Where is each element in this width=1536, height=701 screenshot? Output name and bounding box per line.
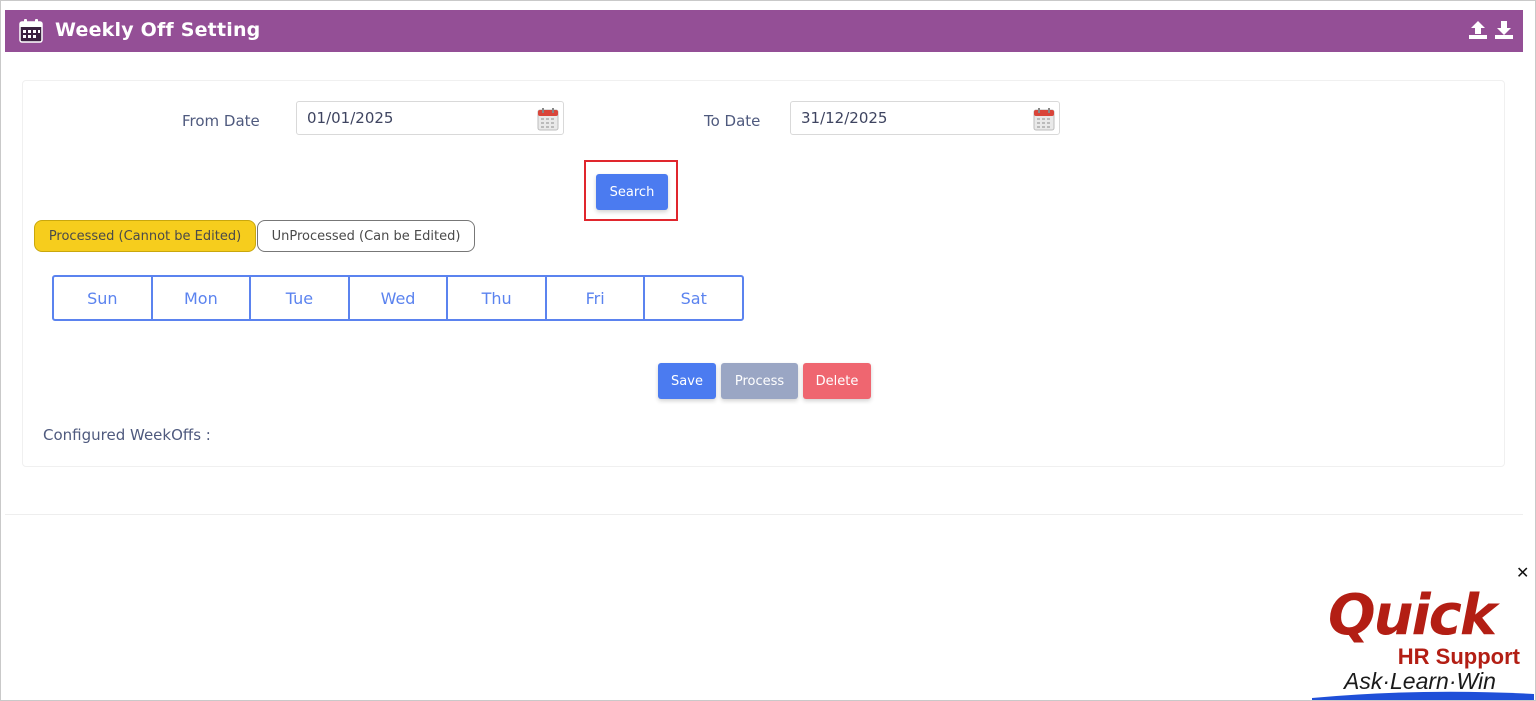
logo-word: Quick <box>1328 583 1497 648</box>
logo-swoosh-icon <box>1312 691 1534 700</box>
to-date-field[interactable] <box>790 101 1060 135</box>
quick-hr-support-logo: Quick HR Support Ask·Learn·Win <box>1312 583 1534 700</box>
day-fri[interactable]: Fri <box>547 277 646 319</box>
page-header: Weekly Off Setting <box>5 10 1523 52</box>
to-date-input[interactable] <box>791 102 1059 134</box>
page-title: Weekly Off Setting <box>55 19 261 41</box>
day-sun[interactable]: Sun <box>54 277 153 319</box>
from-date-input[interactable] <box>297 102 563 134</box>
close-icon[interactable]: ✕ <box>1516 563 1529 582</box>
from-date-label: From Date <box>182 112 260 130</box>
search-button[interactable]: Search <box>596 174 668 210</box>
calendar-picker-icon[interactable] <box>537 107 559 131</box>
process-button[interactable]: Process <box>721 363 798 399</box>
configured-weekoffs-label: Configured WeekOffs : <box>43 426 211 444</box>
delete-button[interactable]: Delete <box>803 363 871 399</box>
calendar-icon <box>19 19 43 43</box>
day-mon[interactable]: Mon <box>153 277 252 319</box>
from-date-field[interactable] <box>296 101 564 135</box>
day-wed[interactable]: Wed <box>350 277 449 319</box>
logo-subtitle: HR Support <box>1397 644 1520 669</box>
upload-icon[interactable] <box>1467 19 1489 41</box>
day-sat[interactable]: Sat <box>645 277 742 319</box>
tab-processed[interactable]: Processed (Cannot be Edited) <box>34 220 256 252</box>
to-date-label: To Date <box>704 112 761 130</box>
download-icon[interactable] <box>1493 19 1515 41</box>
settings-card <box>22 80 1505 467</box>
day-thu[interactable]: Thu <box>448 277 547 319</box>
tab-unprocessed[interactable]: UnProcessed (Can be Edited) <box>257 220 475 252</box>
calendar-picker-icon[interactable] <box>1033 107 1055 131</box>
day-tue[interactable]: Tue <box>251 277 350 319</box>
weekday-selector: Sun Mon Tue Wed Thu Fri Sat <box>52 275 744 321</box>
save-button[interactable]: Save <box>658 363 716 399</box>
header-actions <box>1467 19 1515 41</box>
